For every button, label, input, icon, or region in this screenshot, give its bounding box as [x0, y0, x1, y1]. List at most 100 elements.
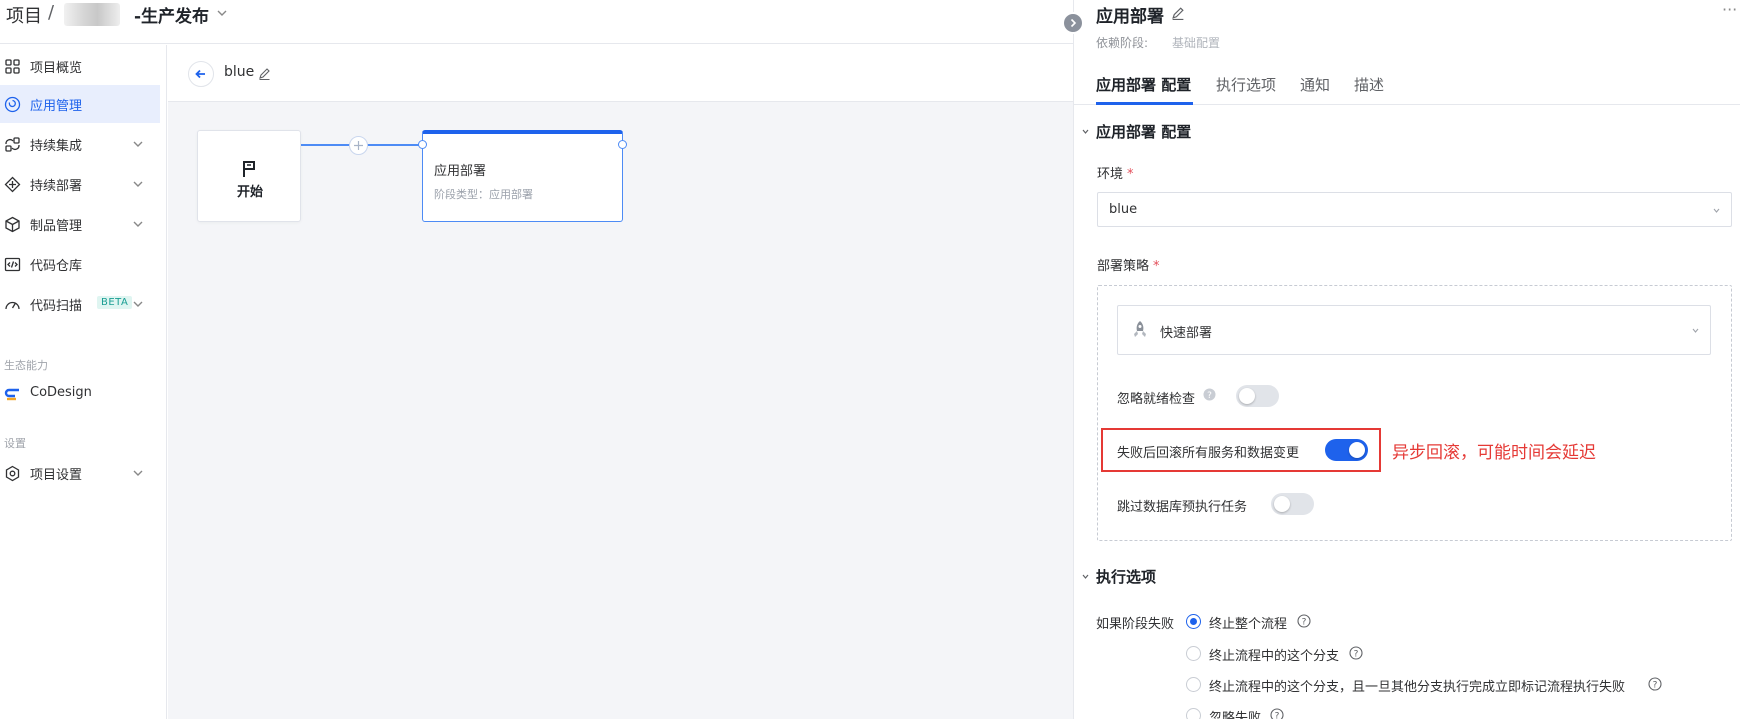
radio-label: 终止整个流程: [1209, 617, 1288, 632]
chevron-down-icon[interactable]: [132, 298, 144, 310]
radio-terminate-all[interactable]: [1186, 614, 1201, 629]
chevron-right-icon: [1070, 18, 1077, 28]
sidebar-item-codesign[interactable]: CoDesign: [0, 375, 160, 413]
help-icon[interactable]: ?: [1203, 388, 1216, 401]
sidebar-item-overview[interactable]: 项目概览: [0, 47, 160, 85]
help-circle-icon[interactable]: ?: [1297, 614, 1311, 628]
help-circle-icon[interactable]: ?: [1349, 646, 1363, 660]
toggle-label-skip-db: 跳过数据库预执行任务: [1117, 500, 1248, 515]
flag-icon: [240, 159, 260, 179]
gear-icon: [4, 465, 21, 482]
strategy-label: 部署策略 *: [1097, 259, 1160, 274]
sidebar-item-cd[interactable]: 持续部署: [0, 165, 160, 203]
chevron-down-icon: [1712, 206, 1721, 215]
app-icon: [4, 96, 21, 113]
chevron-down-icon[interactable]: [132, 467, 144, 479]
dependency-value: 基础配置: [1172, 36, 1221, 50]
env-value: blue: [1109, 202, 1138, 217]
tab-description[interactable]: 描述: [1354, 74, 1384, 95]
stage-name: blue: [224, 64, 255, 80]
sidebar-item-label: 持续部署: [30, 179, 83, 194]
sidebar-item-label: CoDesign: [30, 385, 92, 400]
chevron-down-icon[interactable]: [216, 7, 228, 19]
svg-text:?: ?: [1275, 712, 1280, 719]
strategy-select[interactable]: 快速部署: [1117, 305, 1711, 355]
arrow-left-icon: [195, 69, 205, 79]
add-stage-button[interactable]: [349, 136, 368, 155]
sidebar-item-label: 项目设置: [30, 468, 83, 483]
panel-tabs: 应用部署 配置 执行选项 通知 描述: [1073, 64, 1740, 105]
input-port[interactable]: [418, 140, 427, 149]
group-settings: 设置: [4, 437, 26, 450]
active-tab-indicator: [1096, 102, 1193, 105]
codesign-logo-icon: [4, 386, 21, 403]
chevron-down-icon[interactable]: [132, 218, 144, 230]
node-subtitle: 阶段类型：应用部署: [434, 188, 533, 201]
chevron-down-icon[interactable]: [132, 138, 144, 150]
beta-badge: BETA: [97, 296, 133, 309]
radio-label: 终止流程中的这个分支: [1209, 649, 1340, 664]
code-icon: [4, 256, 21, 273]
svg-text:?: ?: [1302, 618, 1307, 628]
toggle-label-rollback: 失败后回滚所有服务和数据变更: [1117, 446, 1300, 461]
sidebar: 项目概览 应用管理 持续集成 持续部署 制品管理 代码仓库 代码扫描 BETA …: [0, 45, 167, 719]
svg-text:?: ?: [1354, 650, 1359, 660]
tab-notify[interactable]: 通知: [1300, 74, 1330, 95]
sidebar-item-scan[interactable]: 代码扫描 BETA: [0, 285, 160, 323]
edit-icon[interactable]: [1171, 6, 1185, 20]
rocket-icon: [1130, 320, 1150, 340]
chevron-down-icon[interactable]: [132, 178, 144, 190]
fail-label: 如果阶段失败: [1096, 617, 1175, 632]
toggle-ignore-ready[interactable]: [1236, 385, 1279, 407]
section-title-config[interactable]: 应用部署 配置: [1096, 121, 1191, 142]
sidebar-item-artifacts[interactable]: 制品管理: [0, 205, 160, 243]
toggle-rollback[interactable]: [1325, 439, 1368, 461]
sidebar-item-label: 应用管理: [30, 99, 83, 114]
radio-ignore-failure[interactable]: [1186, 708, 1201, 719]
plus-icon: [354, 141, 363, 150]
sidebar-item-label: 代码扫描: [30, 299, 83, 314]
group-ecosystem: 生态能力: [4, 359, 48, 372]
annotation-text: 异步回滚，可能时间会延迟: [1392, 443, 1596, 463]
start-label: 开始: [236, 185, 263, 200]
radio-terminate-branch-mark-fail[interactable]: [1186, 677, 1201, 692]
sidebar-item-repo[interactable]: 代码仓库: [0, 245, 160, 283]
section-title-exec[interactable]: 执行选项: [1096, 566, 1156, 587]
gauge-icon: [4, 296, 21, 313]
chevron-down-icon[interactable]: [1081, 572, 1090, 581]
env-label: 环境 *: [1097, 167, 1134, 182]
collapse-panel-button[interactable]: [1062, 12, 1084, 34]
env-select[interactable]: blue: [1097, 192, 1732, 227]
edit-icon[interactable]: [258, 67, 271, 80]
chevron-down-icon: [1691, 326, 1700, 335]
radio-terminate-branch[interactable]: [1186, 646, 1201, 661]
more-icon[interactable]: ···: [1722, 0, 1737, 19]
start-node[interactable]: 开始: [197, 130, 301, 222]
radio-label: 忽略失败: [1209, 711, 1262, 719]
deploy-stage-node[interactable]: 应用部署 阶段类型：应用部署: [418, 130, 627, 222]
sidebar-item-project-settings[interactable]: 项目设置: [0, 454, 160, 492]
toggle-skip-db[interactable]: [1271, 493, 1314, 515]
chevron-down-icon[interactable]: [1081, 127, 1090, 136]
sidebar-item-app-management[interactable]: 应用管理: [0, 85, 160, 123]
tab-exec-options[interactable]: 执行选项: [1216, 74, 1276, 95]
sidebar-item-label: 项目概览: [30, 61, 83, 76]
sidebar-item-ci[interactable]: 持续集成: [0, 125, 160, 163]
strategy-value: 快速部署: [1160, 326, 1213, 341]
output-port[interactable]: [618, 140, 627, 149]
sidebar-item-label: 制品管理: [30, 219, 83, 234]
breadcrumb-root[interactable]: 项目: [6, 2, 42, 28]
ci-icon: [4, 136, 21, 153]
breadcrumb-separator: /: [48, 2, 55, 23]
breadcrumb-project[interactable]: -生产发布: [134, 2, 209, 27]
help-circle-icon[interactable]: ?: [1648, 677, 1662, 691]
dependency-label: 依赖阶段:: [1096, 36, 1149, 50]
svg-text:?: ?: [1653, 681, 1658, 691]
tab-config[interactable]: 应用部署 配置: [1096, 74, 1191, 95]
node-title: 应用部署: [434, 164, 487, 179]
svg-text:?: ?: [1207, 391, 1212, 401]
back-button[interactable]: [188, 61, 214, 87]
grid-icon: [4, 58, 21, 75]
radio-label: 终止流程中的这个分支，且一旦其他分支执行完成立即标记流程执行失败: [1209, 680, 1626, 695]
help-circle-icon[interactable]: ?: [1270, 708, 1284, 719]
